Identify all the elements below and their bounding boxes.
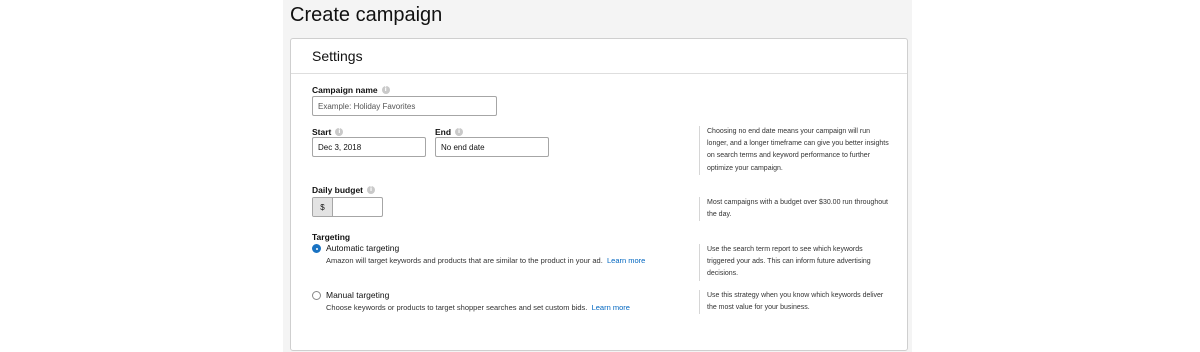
automatic-targeting-help: Use the search term report to see which … — [699, 244, 889, 281]
campaign-name-label: Campaign name i — [312, 85, 390, 95]
settings-title: Settings — [312, 48, 363, 64]
daily-budget-label-text: Daily budget — [312, 185, 364, 195]
start-label: Start i — [312, 127, 344, 137]
budget-help: Most campaigns with a budget over $30.00… — [699, 197, 889, 222]
info-icon[interactable]: i — [381, 86, 390, 94]
manual-targeting-help: Use this strategy when you know which ke… — [699, 290, 889, 315]
targeting-label: Targeting — [312, 232, 351, 242]
campaign-name-label-text: Campaign name — [312, 85, 378, 95]
manual-targeting-description: Choose keywords or products to target sh… — [326, 303, 588, 312]
daily-budget-input[interactable]: $ — [312, 197, 383, 217]
info-icon[interactable]: i — [335, 128, 344, 136]
info-icon[interactable]: i — [455, 128, 464, 136]
campaign-name-input[interactable]: Example: Holiday Favorites — [312, 96, 497, 116]
end-date-help: Choosing no end date means your campaign… — [699, 126, 889, 175]
daily-budget-value[interactable] — [333, 198, 382, 216]
automatic-targeting-desc: Amazon will target keywords and products… — [326, 255, 686, 268]
settings-card: Settings Campaign name i Example: Holida… — [290, 38, 908, 351]
automatic-targeting-description: Amazon will target keywords and products… — [326, 256, 603, 265]
automatic-targeting-text: Automatic targeting Amazon will target k… — [326, 243, 686, 268]
radio-selected-icon[interactable] — [312, 244, 321, 253]
page-title: Create campaign — [290, 4, 443, 26]
end-date-input[interactable]: No end date — [435, 137, 549, 157]
manual-targeting-text: Manual targeting Choose keywords or prod… — [326, 290, 686, 315]
end-label-text: End — [435, 127, 452, 137]
start-label-text: Start — [312, 127, 332, 137]
settings-header: Settings — [291, 39, 907, 74]
daily-budget-label: Daily budget i — [312, 185, 376, 195]
radio-unselected-icon[interactable] — [312, 291, 321, 300]
automatic-targeting-option[interactable]: Automatic targeting Amazon will target k… — [312, 243, 686, 268]
manual-targeting-option[interactable]: Manual targeting Choose keywords or prod… — [312, 290, 686, 315]
manual-learn-more-link[interactable]: Learn more — [592, 303, 630, 312]
end-label: End i — [435, 127, 464, 137]
automatic-learn-more-link[interactable]: Learn more — [607, 256, 645, 265]
currency-symbol: $ — [313, 198, 333, 216]
manual-targeting-desc: Choose keywords or products to target sh… — [326, 302, 686, 315]
info-icon[interactable]: i — [367, 186, 376, 194]
automatic-targeting-title: Automatic targeting — [326, 243, 400, 253]
manual-targeting-title: Manual targeting — [326, 290, 390, 300]
start-date-input[interactable]: Dec 3, 2018 — [312, 137, 426, 157]
